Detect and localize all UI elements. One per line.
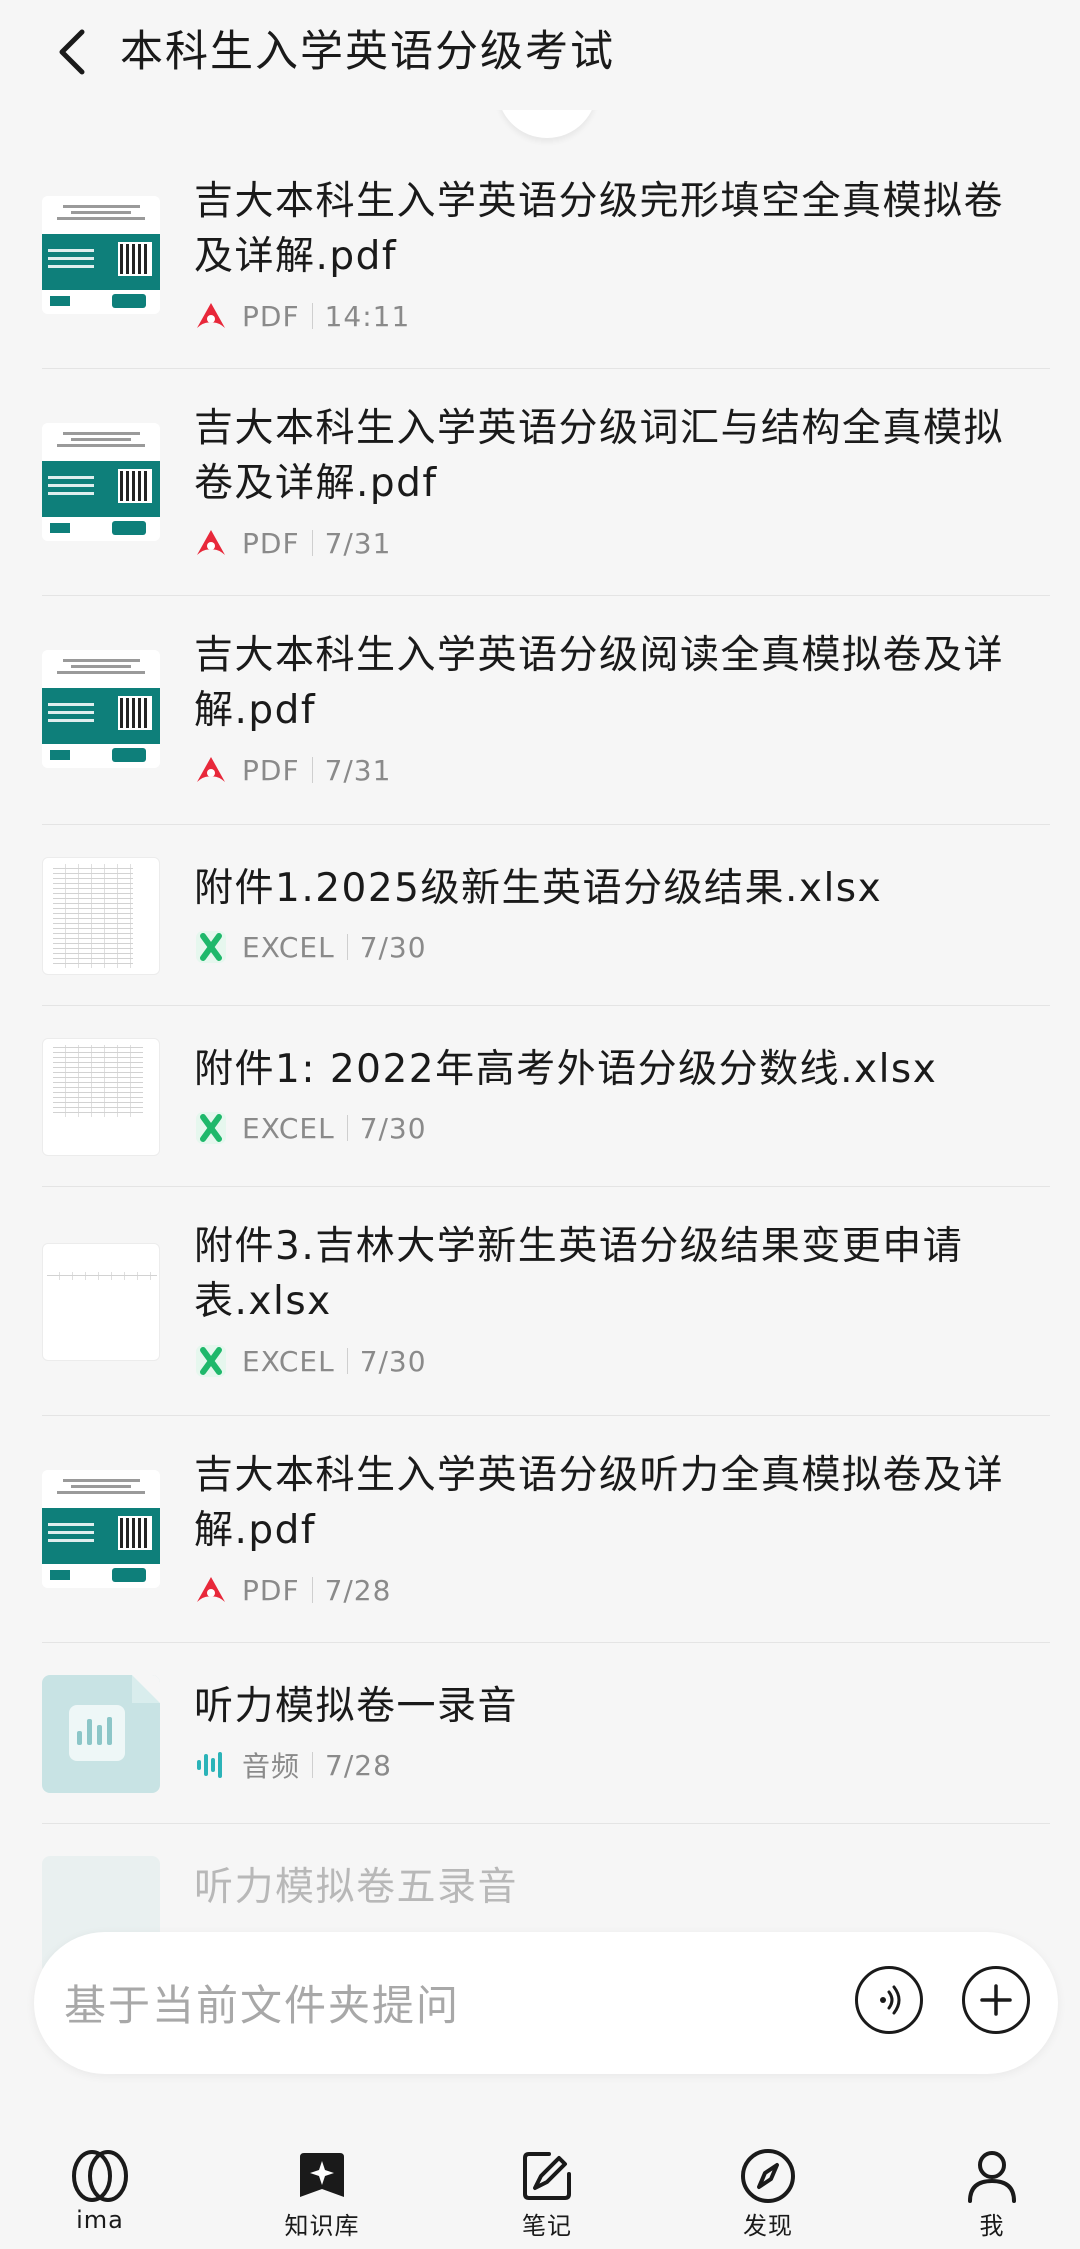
- compass-icon: [738, 2146, 798, 2206]
- pdf-thumbnail: [42, 1470, 160, 1588]
- divider: [311, 530, 313, 556]
- excel-thumbnail: [42, 857, 160, 975]
- file-type: EXCEL: [242, 1344, 335, 1378]
- excel-thumbnail: [42, 1243, 160, 1361]
- pdf-icon: [194, 1573, 228, 1607]
- file-date: 7/31: [324, 526, 392, 560]
- header: 本科生入学英语分级考试: [0, 0, 1080, 110]
- file-meta: 音频 7/28: [194, 1745, 392, 1785]
- list-item[interactable]: 吉大本科生入学英语分级阅读全真模拟卷及详解.pdf PDF 7/31: [42, 596, 1050, 825]
- nav-item-ima[interactable]: ima: [30, 2146, 170, 2234]
- voice-button[interactable]: [855, 1966, 923, 2034]
- file-title: 吉大本科生入学英语分级词汇与结构全真模拟卷及详解.pdf: [194, 406, 1005, 506]
- file-type: EXCEL: [242, 1111, 335, 1145]
- file-meta: PDF 14:11: [194, 296, 410, 336]
- divider: [346, 1348, 348, 1374]
- divider: [312, 1752, 314, 1778]
- file-title: 吉大本科生入学英语分级完形填空全真模拟卷及详解.pdf: [194, 179, 1005, 279]
- page-title: 本科生入学英语分级考试: [120, 27, 615, 77]
- list-item[interactable]: 听力模拟卷五录音: [42, 1824, 1050, 1974]
- pdf-icon: [194, 526, 228, 560]
- file-title: 听力模拟卷一录音: [194, 1684, 519, 1729]
- list-item[interactable]: 附件3.吉林大学新生英语分级结果变更申请表.xlsx EXCEL 7/30: [42, 1187, 1050, 1416]
- file-list: 吉大本科生入学英语分级完形填空全真模拟卷及详解.pdf PDF 14:11 吉大…: [0, 150, 1080, 1974]
- voice-icon: [880, 1985, 901, 2015]
- file-date: 7/30: [359, 930, 427, 964]
- file-title: 吉大本科生入学英语分级阅读全真模拟卷及详解.pdf: [194, 633, 1005, 733]
- ima-icon: [70, 2146, 130, 2206]
- file-title: 附件1.2025级新生英语分级结果.xlsx: [194, 866, 883, 911]
- divider: [311, 757, 313, 783]
- divider: [346, 934, 348, 960]
- excel-icon: [194, 1111, 228, 1145]
- ask-input[interactable]: 基于当前文件夹提问: [64, 1972, 460, 2033]
- file-type: PDF: [242, 526, 300, 560]
- file-date: 7/28: [325, 1748, 392, 1782]
- nav-label: 知识库: [284, 2212, 360, 2240]
- user-icon: [962, 2146, 1022, 2206]
- list-item[interactable]: 吉大本科生入学英语分级听力全真模拟卷及详解.pdf PDF 7/28: [42, 1416, 1050, 1643]
- file-title: 附件1: 2022年高考外语分级分数线.xlsx: [194, 1047, 938, 1092]
- plus-icon: [980, 1984, 1012, 2016]
- nav-label: ima: [76, 2206, 124, 2234]
- file-date: 7/30: [359, 1111, 427, 1145]
- file-meta: EXCEL 7/30: [194, 927, 427, 967]
- pdf-icon: [194, 299, 228, 333]
- file-meta: EXCEL 7/30: [194, 1108, 427, 1148]
- list-item[interactable]: 附件1.2025级新生英语分级结果.xlsx EXCEL 7/30: [42, 825, 1050, 1006]
- file-meta: PDF 7/31: [194, 523, 391, 563]
- file-meta: PDF 7/28: [194, 1570, 391, 1610]
- file-date: 7/30: [359, 1344, 427, 1378]
- nav-label: 笔记: [522, 2212, 572, 2240]
- list-item[interactable]: 吉大本科生入学英语分级完形填空全真模拟卷及详解.pdf PDF 14:11: [42, 150, 1050, 369]
- file-date: 14:11: [324, 299, 411, 333]
- audio-wave-icon: [69, 1705, 125, 1761]
- file-title: 附件3.吉林大学新生英语分级结果变更申请表.xlsx: [194, 1224, 964, 1324]
- chevron-left-icon: [59, 29, 85, 75]
- bottom-nav: ima 知识库 笔记 发现 我: [0, 2120, 1080, 2249]
- file-meta: EXCEL 7/30: [194, 1341, 427, 1381]
- divider: [346, 1115, 348, 1141]
- nav-label: 我: [979, 2212, 1005, 2240]
- divider: [311, 1577, 313, 1603]
- divider: [311, 303, 313, 329]
- file-type: EXCEL: [242, 930, 335, 964]
- nav-item-notes[interactable]: 笔记: [477, 2146, 617, 2241]
- excel-icon: [194, 1344, 228, 1378]
- file-type: PDF: [242, 753, 300, 787]
- file-title: 听力模拟卷五录音: [194, 1865, 519, 1910]
- file-title: 吉大本科生入学英语分级听力全真模拟卷及详解.pdf: [194, 1453, 1005, 1553]
- list-item[interactable]: 附件1: 2022年高考外语分级分数线.xlsx EXCEL 7/30: [42, 1006, 1050, 1187]
- pdf-thumbnail: [42, 650, 160, 768]
- pdf-thumbnail: [42, 196, 160, 314]
- add-button[interactable]: [962, 1966, 1030, 2034]
- ask-input-bar[interactable]: 基于当前文件夹提问: [34, 1932, 1058, 2074]
- nav-item-discover[interactable]: 发现: [698, 2146, 838, 2241]
- audio-icon: [194, 1748, 228, 1782]
- nav-label: 发现: [743, 2212, 793, 2240]
- excel-thumbnail: [42, 1038, 160, 1156]
- file-type: 音频: [242, 1750, 301, 1783]
- pdf-icon: [194, 753, 228, 787]
- nav-item-library[interactable]: 知识库: [252, 2146, 392, 2241]
- file-meta: PDF 7/31: [194, 750, 391, 790]
- file-date: 7/31: [324, 753, 392, 787]
- list-item[interactable]: 吉大本科生入学英语分级词汇与结构全真模拟卷及详解.pdf PDF 7/31: [42, 369, 1050, 596]
- notes-icon: [517, 2146, 577, 2206]
- back-button[interactable]: [48, 22, 100, 82]
- file-type: PDF: [242, 299, 300, 333]
- list-item[interactable]: 听力模拟卷一录音 音频 7/28: [42, 1643, 1050, 1824]
- audio-thumbnail: [42, 1675, 160, 1793]
- file-type: PDF: [242, 1573, 300, 1607]
- file-date: 7/28: [324, 1573, 392, 1607]
- excel-icon: [194, 930, 228, 964]
- nav-item-me[interactable]: 我: [922, 2146, 1062, 2241]
- knowledge-base-icon: [292, 2146, 352, 2206]
- pdf-thumbnail: [42, 423, 160, 541]
